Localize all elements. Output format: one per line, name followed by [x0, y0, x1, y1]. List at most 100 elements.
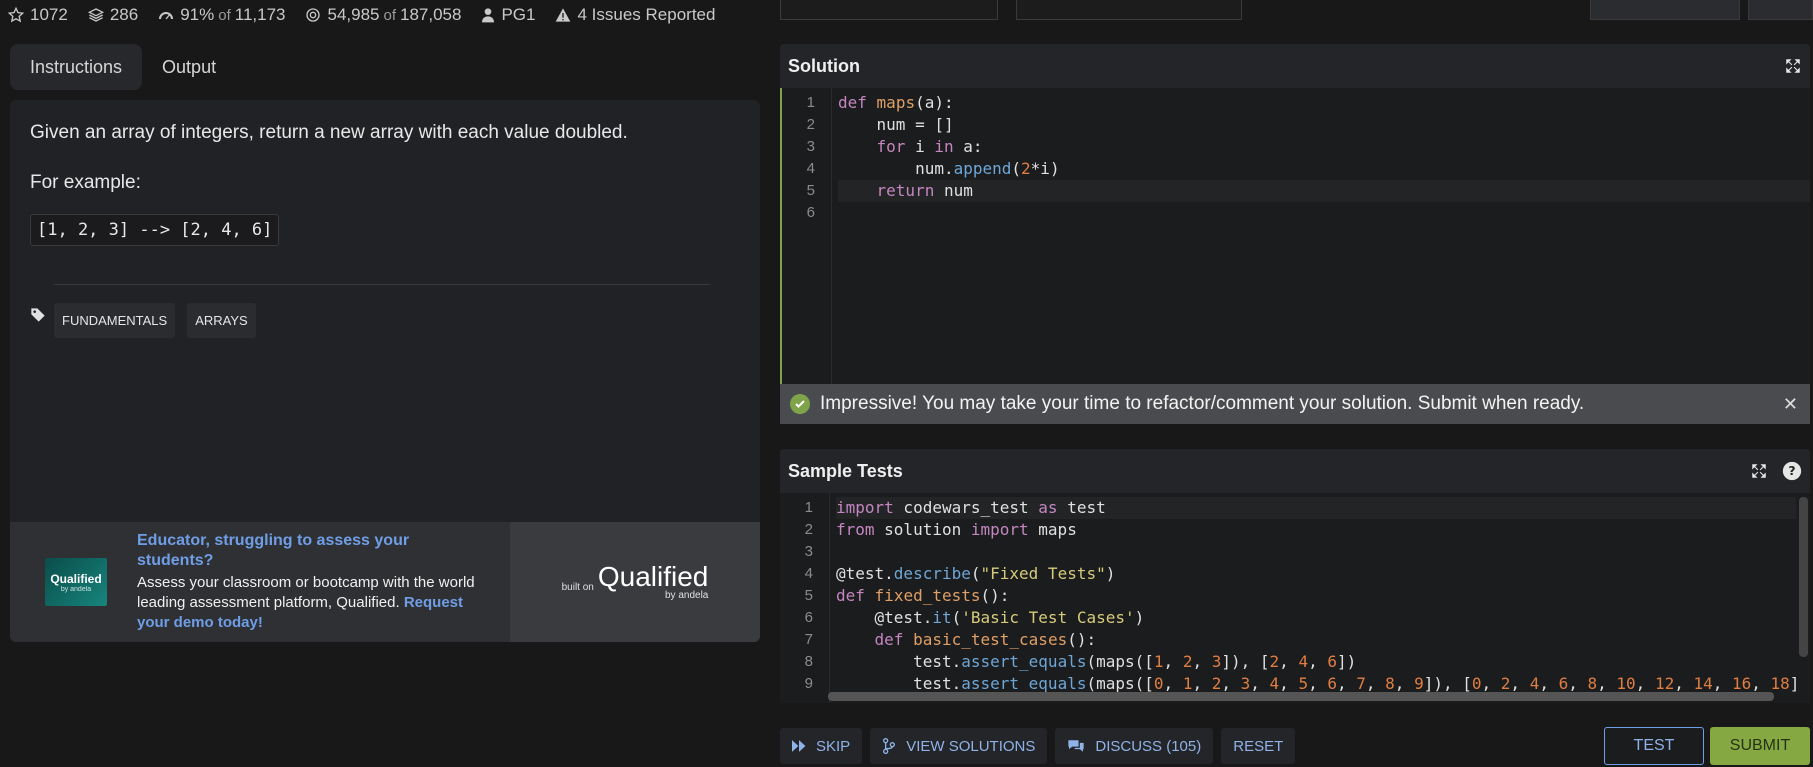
- line-number: 6: [806, 204, 815, 221]
- collections-stat[interactable]: 286: [87, 5, 139, 25]
- tag-fundamentals[interactable]: FUNDAMENTALS: [54, 303, 176, 338]
- top-action-button-2[interactable]: [1748, 0, 1813, 20]
- issues-text: 4 Issues Reported: [577, 5, 716, 24]
- line-number: 4: [806, 160, 815, 177]
- line-number: 9: [804, 675, 813, 692]
- star-icon: [8, 7, 24, 23]
- line-number: 2: [804, 521, 813, 538]
- vertical-scrollbar[interactable]: [1799, 497, 1808, 657]
- kata-stats-bar: 1072 286 91% of 11,173 54,985 of 187,058…: [0, 0, 770, 30]
- logo-sub: by andela: [60, 585, 92, 593]
- completed-total: 187,058: [400, 5, 462, 24]
- logo-text: Qualified: [50, 571, 102, 586]
- code-line[interactable]: def maps(a):: [838, 92, 1810, 114]
- branch-icon: [883, 738, 896, 754]
- line-number: 8: [804, 653, 813, 670]
- solution-editor[interactable]: 1 2 3 4 5 6 def maps(a): num = [] for i …: [780, 88, 1810, 384]
- submit-button[interactable]: SUBMIT: [1710, 727, 1810, 765]
- tag-arrays[interactable]: ARRAYS: [187, 303, 256, 338]
- code-line[interactable]: def basic_test_cases():: [836, 629, 1796, 651]
- built-on-label: built on: [561, 581, 594, 593]
- divider: [54, 284, 710, 285]
- code-line[interactable]: from solution import maps: [836, 519, 1796, 541]
- ad-banner[interactable]: Qualified by andela Educator, struggling…: [10, 522, 760, 642]
- line-number: 5: [804, 587, 813, 604]
- discuss-button[interactable]: DISCUSS (105): [1055, 728, 1214, 764]
- code-line[interactable]: import codewars_test as test: [836, 497, 1796, 519]
- line-number: 4: [804, 565, 813, 582]
- solution-header: Solution: [780, 44, 1810, 88]
- gauge-icon: [159, 12, 174, 20]
- test-button[interactable]: TEST: [1604, 727, 1704, 765]
- top-action-button[interactable]: [1590, 0, 1740, 20]
- completed-stat: 54,985 of 187,058: [305, 5, 461, 25]
- check-circle-icon: [790, 394, 810, 414]
- version-select[interactable]: [1016, 0, 1242, 20]
- sample-tests-editor[interactable]: 1 2 3 4 5 6 7 8 9 import codewars_test a…: [780, 493, 1810, 703]
- line-number: 1: [806, 94, 815, 111]
- tab-output[interactable]: Output: [142, 44, 236, 90]
- code-line[interactable]: @test.describe("Fixed Tests"): [836, 563, 1796, 585]
- satisfaction-rate: 91%: [180, 5, 215, 24]
- stars-stat[interactable]: 1072: [8, 5, 68, 25]
- action-bar: SKIP VIEW SOLUTIONS DISCUSS (105) RESET: [780, 728, 1303, 764]
- collections-count: 286: [109, 5, 139, 24]
- horizontal-scrollbar[interactable]: [828, 692, 1774, 701]
- close-icon[interactable]: ✕: [1783, 394, 1798, 415]
- tests-gutter: 1 2 3 4 5 6 7 8 9: [780, 493, 830, 703]
- tab-instructions[interactable]: Instructions: [10, 44, 143, 90]
- comments-icon: [1068, 740, 1085, 752]
- code-line[interactable]: def fixed_tests():: [836, 585, 1796, 607]
- target-icon: [306, 8, 321, 22]
- built-on-qualified[interactable]: built on Qualified by andela: [510, 522, 760, 642]
- satisfaction-of: of: [218, 6, 231, 24]
- success-notification: Impressive! You may take your time to re…: [780, 384, 1810, 424]
- line-number: 3: [806, 138, 815, 155]
- instructions-panel: Given an array of integers, return a new…: [10, 100, 760, 642]
- author-stat[interactable]: PG1: [481, 5, 535, 25]
- code-line[interactable]: @test.it('Basic Test Cases'): [836, 607, 1796, 629]
- completed-of: of: [383, 6, 396, 24]
- qualified-logo: Qualified by andela: [45, 558, 107, 606]
- warning-icon: [556, 8, 571, 22]
- code-line[interactable]: return num: [838, 180, 1810, 202]
- line-number: 2: [806, 116, 815, 133]
- expand-icon[interactable]: [1750, 462, 1768, 480]
- ad-title[interactable]: Educator, struggling to assess your stud…: [137, 531, 477, 571]
- author-name: PG1: [501, 5, 536, 24]
- sample-tests-header: Sample Tests ?: [780, 449, 1810, 493]
- line-number: 3: [804, 543, 813, 560]
- help-icon[interactable]: ?: [1782, 461, 1802, 481]
- code-line[interactable]: [838, 202, 1810, 224]
- reset-label: RESET: [1233, 737, 1284, 755]
- issues-stat[interactable]: 4 Issues Reported: [555, 5, 715, 25]
- reset-button[interactable]: RESET: [1221, 728, 1296, 764]
- success-message: Impressive! You may take your time to re…: [820, 393, 1585, 414]
- fast-forward-icon: [792, 740, 806, 752]
- code-line[interactable]: num.append(2*i): [838, 158, 1810, 180]
- code-line[interactable]: for i in a:: [838, 136, 1810, 158]
- user-icon: [482, 8, 495, 23]
- line-number: 7: [804, 631, 813, 648]
- solution-gutter: 1 2 3 4 5 6: [782, 88, 832, 384]
- brand-name: Qualified: [597, 560, 709, 592]
- stars-count: 1072: [30, 5, 68, 24]
- view-solutions-label: VIEW SOLUTIONS: [906, 737, 1036, 755]
- layers-icon: [87, 8, 104, 22]
- line-number: 5: [806, 182, 815, 199]
- line-number: 1: [804, 499, 813, 516]
- completed-count: 54,985: [327, 5, 380, 24]
- language-select[interactable]: [780, 0, 998, 20]
- instructions-description: Given an array of integers, return a new…: [30, 122, 628, 143]
- expand-icon[interactable]: [1784, 57, 1802, 75]
- satisfaction-stat: 91% of 11,173: [158, 5, 285, 25]
- sample-tests-title: Sample Tests: [788, 460, 903, 481]
- solution-code[interactable]: def maps(a): num = [] for i in a: num.ap…: [838, 92, 1810, 224]
- code-line[interactable]: num = []: [838, 114, 1810, 136]
- code-line[interactable]: [836, 541, 1796, 563]
- skip-button[interactable]: SKIP: [780, 728, 863, 764]
- code-line[interactable]: test.assert_equals(maps([1, 2, 3]), [2, …: [836, 651, 1796, 673]
- tests-code[interactable]: import codewars_test as test from soluti…: [836, 497, 1796, 695]
- tag-list: FUNDAMENTALS ARRAYS: [30, 303, 740, 338]
- view-solutions-button[interactable]: VIEW SOLUTIONS: [870, 728, 1048, 764]
